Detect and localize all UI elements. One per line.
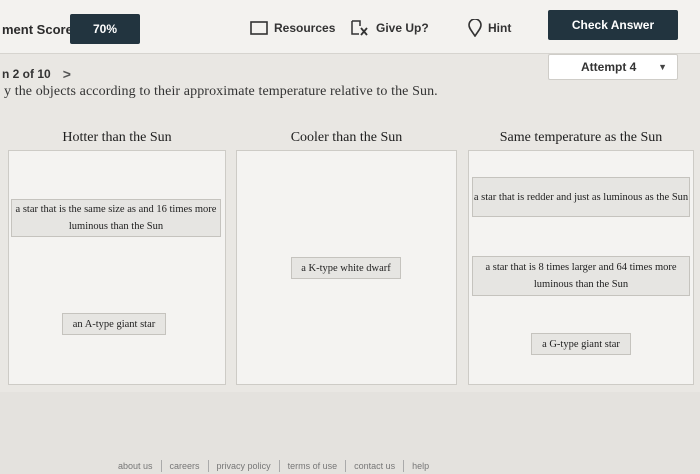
drag-card[interactable]: a star that is the same size as and 16 t…: [11, 199, 221, 237]
footer-link-careers[interactable]: careers: [162, 461, 208, 471]
assignment-score-label: ment Score:: [2, 22, 78, 37]
card-label: a star that is redder and just as lumino…: [473, 191, 689, 203]
question-counter: n 2 of 10: [2, 67, 51, 81]
card-label: a star that is the same size as and 16 t…: [15, 204, 217, 232]
resources-label: Resources: [274, 21, 336, 35]
give-up-label: Give Up?: [376, 21, 429, 35]
hint-label: Hint: [488, 21, 512, 35]
card-label: a K-type white dwarf: [301, 262, 391, 274]
question-instruction: y the objects according to their approxi…: [4, 84, 438, 98]
footer-link-about[interactable]: about us: [110, 461, 161, 471]
drag-card[interactable]: an A-type giant star: [62, 313, 166, 335]
give-up-icon: [350, 20, 370, 36]
next-question-arrow[interactable]: >: [63, 66, 71, 82]
card-label: an A-type giant star: [72, 318, 156, 330]
drag-card[interactable]: a G-type giant star: [531, 333, 631, 355]
drop-zone-hotter[interactable]: [8, 150, 226, 385]
assignment-score-badge: 70%: [70, 14, 140, 44]
heading-same: Same temperature as the Sun: [499, 130, 663, 145]
card-label: a G-type giant star: [542, 338, 620, 350]
drag-card[interactable]: a star that is 8 times larger and 64 tim…: [472, 256, 690, 296]
footer-link-terms[interactable]: terms of use: [280, 461, 346, 471]
resources-button[interactable]: Resources: [250, 14, 335, 42]
footer-link-help[interactable]: help: [404, 461, 437, 471]
footer-links: about us careers privacy policy terms of…: [110, 460, 437, 472]
location-pin-icon: [468, 19, 482, 37]
drag-card[interactable]: a star that is redder and just as lumino…: [472, 177, 690, 217]
heading-cooler: Cooler than the Sun: [290, 130, 403, 145]
chevron-down-icon: ▼: [658, 62, 667, 72]
heading-hotter: Hotter than the Sun: [62, 130, 172, 145]
drag-card[interactable]: a K-type white dwarf: [291, 257, 401, 279]
hint-button[interactable]: Hint: [468, 14, 511, 42]
question-navigation: n 2 of 10 >: [2, 66, 71, 82]
give-up-button[interactable]: Give Up?: [350, 14, 429, 42]
check-answer-button[interactable]: Check Answer: [548, 10, 678, 40]
attempt-label: Attempt 4: [581, 60, 637, 74]
footer-link-contact[interactable]: contact us: [346, 461, 403, 471]
top-toolbar: ment Score: 70% Resources Give Up? Hint …: [0, 0, 700, 54]
resources-icon: [250, 21, 268, 35]
footer-link-privacy[interactable]: privacy policy: [209, 461, 279, 471]
attempt-dropdown[interactable]: Attempt 4 ▼: [548, 54, 678, 80]
card-label: a star that is 8 times larger and 64 tim…: [485, 262, 677, 290]
